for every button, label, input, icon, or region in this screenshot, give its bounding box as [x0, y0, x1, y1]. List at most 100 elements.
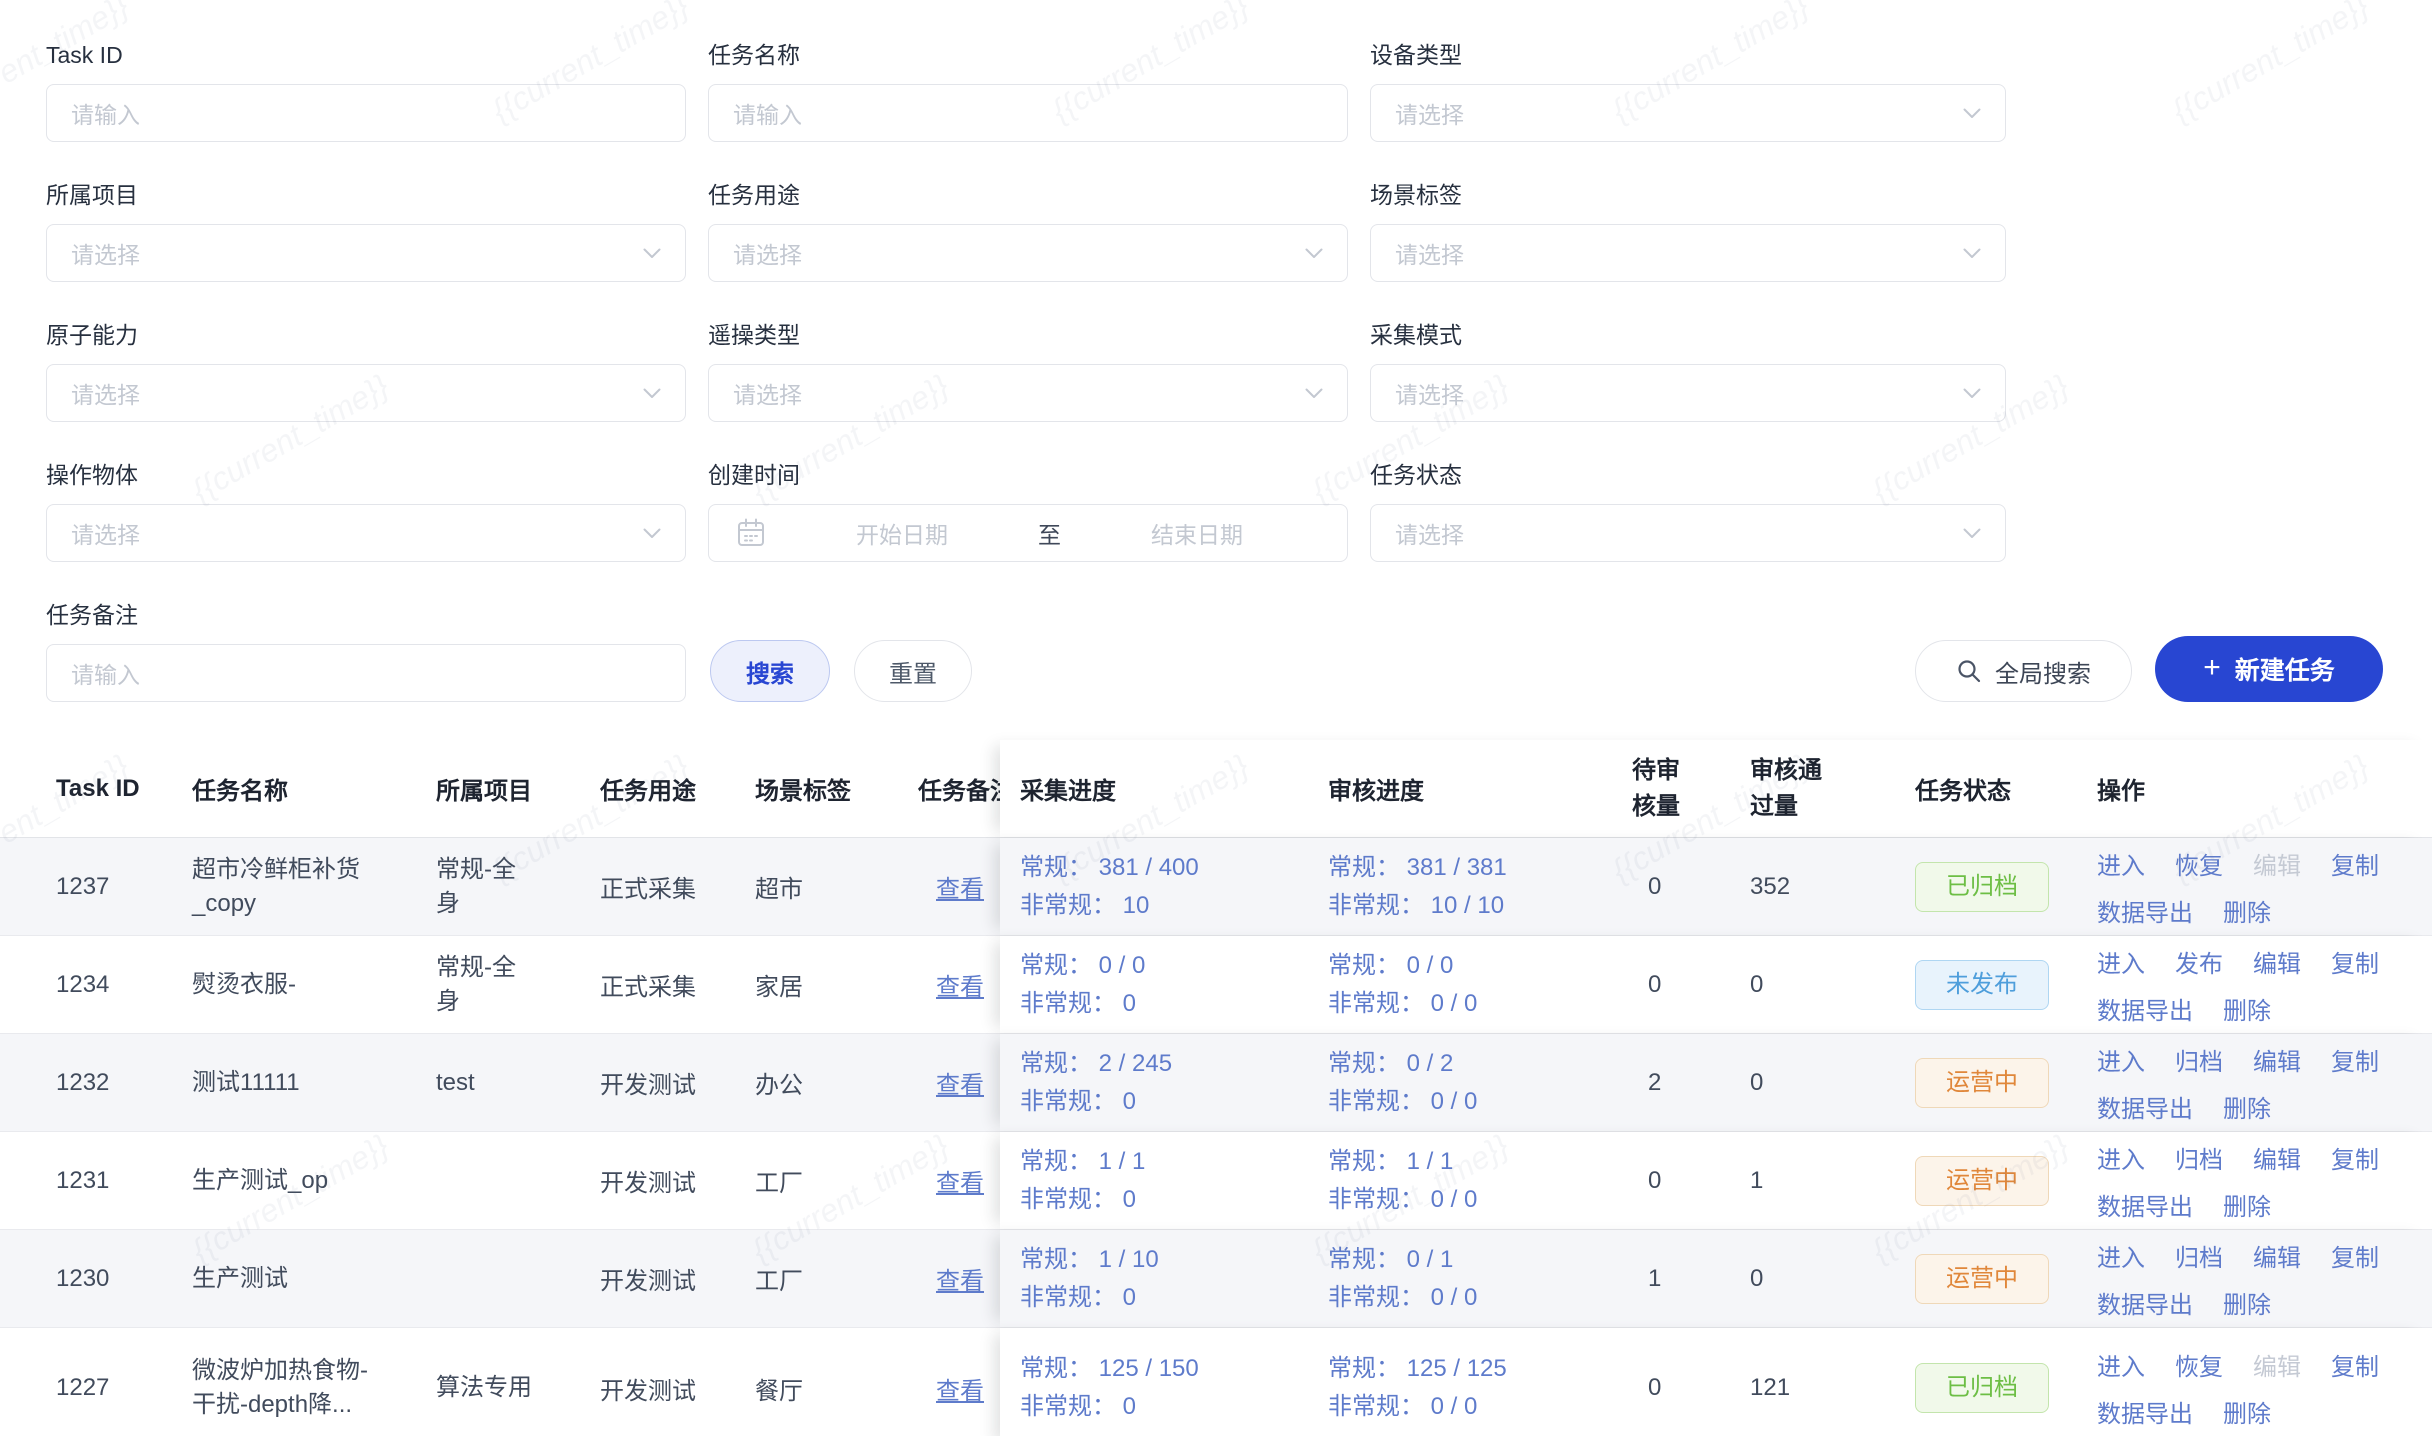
header-label: 审核通过量 — [1750, 753, 1824, 825]
scene-tag-select[interactable]: 请选择 — [1370, 224, 2006, 282]
row-left: 1230生产测试开发测试工厂查看 — [0, 1230, 1000, 1327]
op-edit-link[interactable]: 编辑 — [2253, 944, 2301, 979]
task-name-input[interactable]: 请输入 — [708, 84, 1348, 142]
status-cell: 未发布 — [1915, 936, 2097, 1033]
op-enter-link[interactable]: 进入 — [2097, 846, 2145, 881]
note-view-link[interactable]: 查看 — [936, 1371, 984, 1406]
review-progress-cell: 常规： 125 / 125非常规： 0 / 0 — [1328, 1328, 1632, 1436]
table-row: 1234熨烫衣服-常规-全身正式采集家居查看常规： 0 / 0非常规： 0常规：… — [0, 936, 2432, 1034]
op-delete-link[interactable]: 删除 — [2223, 1285, 2271, 1320]
op-edit-link[interactable]: 编辑 — [2253, 1042, 2301, 1077]
ops-cell: 进入归档编辑复制数据导出删除 — [2097, 1034, 2432, 1131]
row-left: 1232测试11111test开发测试办公查看 — [0, 1034, 1000, 1131]
op-copy-link[interactable]: 复制 — [2331, 1042, 2379, 1077]
search-button[interactable]: 搜索 — [710, 640, 830, 702]
placeholder-text: 请选择 — [733, 236, 802, 270]
scene-tag-cell: 工厂 — [755, 1132, 918, 1229]
op-enter-link[interactable]: 进入 — [2097, 1347, 2145, 1382]
collect-progress-cell: 常规： 1 / 10非常规： 0 — [1000, 1230, 1328, 1327]
task-id-input[interactable]: 请输入 — [46, 84, 686, 142]
table-row: 1230生产测试开发测试工厂查看常规： 1 / 10非常规： 0常规： 0 / … — [0, 1230, 2432, 1328]
global-search-button[interactable]: 全局搜索 — [1915, 640, 2132, 702]
review-progress-text: 常规： 0 / 0非常规： 0 / 0 — [1328, 947, 1477, 1023]
filter-scene-tag-group: 场景标签请选择 — [1370, 180, 2006, 282]
new-task-button[interactable]: + 新建任务 — [2155, 636, 2383, 702]
filter-task-status-group: 任务状态请选择 — [1370, 460, 2006, 562]
op-delete-link[interactable]: 删除 — [2223, 893, 2271, 928]
task-purpose-select[interactable]: 请选择 — [708, 224, 1348, 282]
row-right: 常规： 1 / 10非常规： 0常规： 0 / 1非常规： 0 / 010运营中… — [1000, 1230, 2432, 1327]
op-delete-link[interactable]: 删除 — [2223, 991, 2271, 1026]
review-progress-text: 常规： 1 / 1非常规： 0 / 0 — [1328, 1143, 1477, 1219]
placeholder-text: 请选择 — [71, 376, 140, 410]
pending-count-cell: 2 — [1632, 1034, 1750, 1131]
atomic-capability-select[interactable]: 请选择 — [46, 364, 686, 422]
project-select[interactable]: 请选择 — [46, 224, 686, 282]
op-export-link[interactable]: 数据导出 — [2097, 991, 2193, 1026]
op-enter-link[interactable]: 进入 — [2097, 1140, 2145, 1175]
op-export-link[interactable]: 数据导出 — [2097, 1187, 2193, 1222]
op-copy-link[interactable]: 复制 — [2331, 944, 2379, 979]
op-publish-link[interactable]: 发布 — [2175, 944, 2223, 979]
status-cell: 运营中 — [1915, 1230, 2097, 1327]
passed-count-cell: 352 — [1750, 838, 1915, 935]
note-view-link[interactable]: 查看 — [936, 967, 984, 1002]
filter-bottom-row: 任务备注 请输入 搜索 重置 全局搜索 + 新建任务 — [46, 600, 2432, 702]
filter-task-purpose-group: 任务用途请选择 — [708, 180, 1348, 282]
end-date-placeholder: 结束日期 — [1071, 516, 1323, 550]
chevron-down-icon — [1963, 108, 1981, 119]
filter-task-id-group: Task ID请输入 — [46, 40, 686, 142]
op-enter-link[interactable]: 进入 — [2097, 944, 2145, 979]
header-label: 待审核量 — [1632, 753, 1682, 825]
op-archive-link[interactable]: 归档 — [2175, 1140, 2223, 1175]
op-export-link[interactable]: 数据导出 — [2097, 1285, 2193, 1320]
filter-task-status-label: 任务状态 — [1370, 460, 2006, 490]
task-note-input[interactable]: 请输入 — [46, 644, 686, 702]
op-copy-link[interactable]: 复制 — [2331, 1347, 2379, 1382]
op-copy-link[interactable]: 复制 — [2331, 1238, 2379, 1273]
note-view-link[interactable]: 查看 — [936, 869, 984, 904]
task-status-select[interactable]: 请选择 — [1370, 504, 2006, 562]
collect-progress-text: 常规： 381 / 400非常规： 10 — [1020, 849, 1199, 925]
filter-atomic-capability-group: 原子能力请选择 — [46, 320, 686, 422]
note-view-link[interactable]: 查看 — [936, 1163, 984, 1198]
op-copy-link[interactable]: 复制 — [2331, 1140, 2379, 1175]
note-view-link[interactable]: 查看 — [936, 1065, 984, 1100]
op-export-link[interactable]: 数据导出 — [2097, 893, 2193, 928]
ops-links: 进入恢复编辑复制数据导出删除 — [2097, 1347, 2397, 1429]
collect-mode-select[interactable]: 请选择 — [1370, 364, 2006, 422]
table-header-row: Task ID任务名称所属项目任务用途场景标签任务备注采集进度审核进度待审核量审… — [0, 740, 2432, 838]
header-project: 所属项目 — [436, 740, 600, 837]
operate-object-select[interactable]: 请选择 — [46, 504, 686, 562]
row-left: 1227微波炉加热食物-干扰-depth降...算法专用开发测试餐厅查看 — [0, 1328, 1000, 1436]
reset-button[interactable]: 重置 — [854, 640, 972, 702]
collect-progress-text: 常规： 2 / 245非常规： 0 — [1020, 1045, 1172, 1121]
op-enter-link[interactable]: 进入 — [2097, 1042, 2145, 1077]
task-id-cell: 1231 — [0, 1132, 192, 1229]
placeholder-text: 请选择 — [71, 516, 140, 550]
header-ops: 操作 — [2097, 740, 2432, 837]
project-text: test — [436, 1066, 475, 1100]
op-edit-link[interactable]: 编辑 — [2253, 1140, 2301, 1175]
op-restore-link[interactable]: 恢复 — [2175, 846, 2223, 881]
create-time-daterange[interactable]: 开始日期至结束日期 — [708, 504, 1348, 562]
op-restore-link[interactable]: 恢复 — [2175, 1347, 2223, 1382]
op-delete-link[interactable]: 删除 — [2223, 1089, 2271, 1124]
status-badge: 运营中 — [1915, 1058, 2049, 1108]
note-view-link[interactable]: 查看 — [936, 1261, 984, 1296]
teleop-type-select[interactable]: 请选择 — [708, 364, 1348, 422]
op-copy-link[interactable]: 复制 — [2331, 846, 2379, 881]
op-delete-link[interactable]: 删除 — [2223, 1394, 2271, 1429]
project-cell — [436, 1132, 600, 1229]
op-delete-link[interactable]: 删除 — [2223, 1187, 2271, 1222]
op-export-link[interactable]: 数据导出 — [2097, 1394, 2193, 1429]
op-export-link[interactable]: 数据导出 — [2097, 1089, 2193, 1124]
op-archive-link[interactable]: 归档 — [2175, 1042, 2223, 1077]
filter-scene-tag-label: 场景标签 — [1370, 180, 2006, 210]
device-type-select[interactable]: 请选择 — [1370, 84, 2006, 142]
op-enter-link[interactable]: 进入 — [2097, 1238, 2145, 1273]
op-archive-link[interactable]: 归档 — [2175, 1238, 2223, 1273]
chevron-down-icon — [643, 248, 661, 259]
op-edit-link[interactable]: 编辑 — [2253, 1238, 2301, 1273]
note-cell: 查看 — [918, 936, 1000, 1033]
